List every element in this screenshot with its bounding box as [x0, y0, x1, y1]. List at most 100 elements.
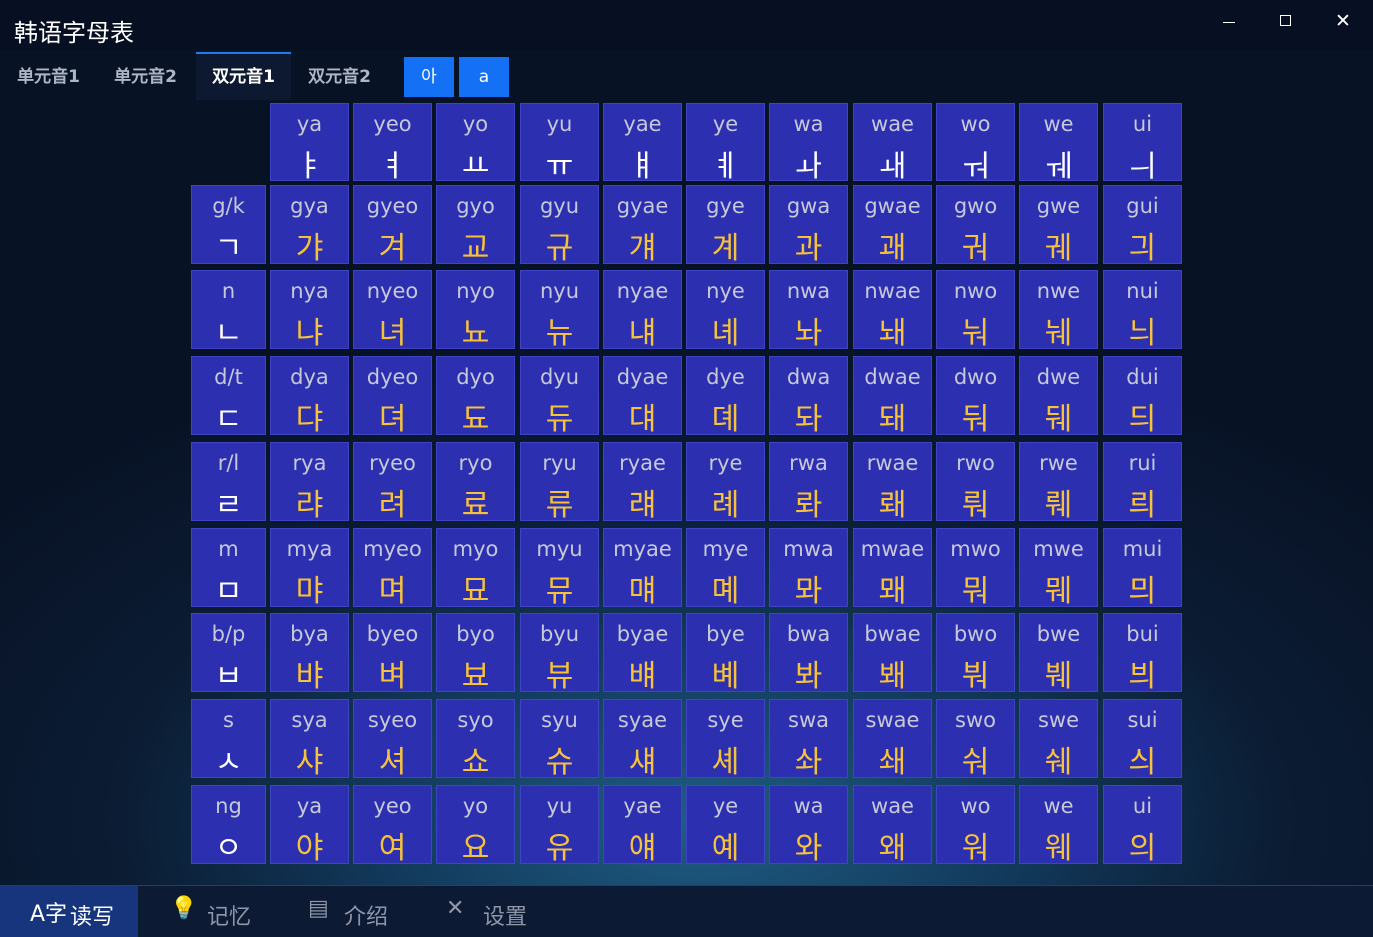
syllable-cell[interactable]: gyae 걔: [603, 185, 682, 266]
syllable-cell[interactable]: nye 녜: [686, 270, 765, 351]
syllable-cell[interactable]: nyeo 녀: [353, 270, 432, 351]
close-button[interactable]: ✕: [1320, 8, 1366, 38]
syllable-cell[interactable]: nyo 뇨: [436, 270, 515, 351]
syllable-cell[interactable]: dyu 듀: [520, 356, 599, 437]
consonant-cell[interactable]: r/l ㄹ: [191, 442, 266, 523]
syllable-cell[interactable]: sya 샤: [270, 699, 349, 780]
syllable-cell[interactable]: rui 릐: [1103, 442, 1182, 523]
consonant-cell[interactable]: mㅁ: [191, 528, 266, 609]
syllable-cell[interactable]: dyeo 뎌: [353, 356, 432, 437]
syllable-cell[interactable]: swa 솨: [769, 699, 848, 780]
syllable-cell[interactable]: swae 쇄: [853, 699, 932, 780]
syllable-cell[interactable]: nwae 놰: [853, 270, 932, 351]
syllable-cell[interactable]: myu 뮤: [520, 528, 599, 609]
vowel-header-cell[interactable]: yo ㅛ: [436, 103, 515, 184]
syllable-cell[interactable]: myo 묘: [436, 528, 515, 609]
syllable-cell[interactable]: mui 믜: [1103, 528, 1182, 609]
vowel-header-cell[interactable]: wa ㅘ: [769, 103, 848, 184]
syllable-cell[interactable]: rye 례: [686, 442, 765, 523]
syllable-cell[interactable]: ryae 럐: [603, 442, 682, 523]
toggle-romanization[interactable]: a: [459, 57, 509, 97]
syllable-cell[interactable]: mwa 뫄: [769, 528, 848, 609]
tab-single-vowel-2[interactable]: 单元音2: [97, 52, 194, 100]
vowel-header-cell[interactable]: yae ㅒ: [603, 103, 682, 184]
syllable-cell[interactable]: byu 뷰: [520, 613, 599, 694]
vowel-header-cell[interactable]: wo ㅝ: [936, 103, 1015, 184]
syllable-cell[interactable]: syu 슈: [520, 699, 599, 780]
syllable-cell[interactable]: swe 쉐: [1019, 699, 1098, 780]
syllable-cell[interactable]: rwa 롸: [769, 442, 848, 523]
syllable-cell[interactable]: nya 냐: [270, 270, 349, 351]
syllable-cell[interactable]: gyeo 겨: [353, 185, 432, 266]
consonant-cell[interactable]: d/t ㄷ: [191, 356, 266, 437]
vowel-header-cell[interactable]: we ㅞ: [1019, 103, 1098, 184]
vowel-header-cell[interactable]: yu ㅠ: [520, 103, 599, 184]
syllable-cell[interactable]: gya 갸: [270, 185, 349, 266]
syllable-cell[interactable]: wa 와: [769, 785, 848, 866]
syllable-cell[interactable]: wae 왜: [853, 785, 932, 866]
syllable-cell[interactable]: ryeo 려: [353, 442, 432, 523]
tab-single-vowel-1[interactable]: 单元音1: [0, 52, 97, 100]
syllable-cell[interactable]: wo 워: [936, 785, 1015, 866]
syllable-cell[interactable]: we 웨: [1019, 785, 1098, 866]
syllable-cell[interactable]: nwe 눼: [1019, 270, 1098, 351]
syllable-cell[interactable]: bui 븨: [1103, 613, 1182, 694]
syllable-cell[interactable]: dya 댜: [270, 356, 349, 437]
syllable-cell[interactable]: gwa 과: [769, 185, 848, 266]
syllable-cell[interactable]: nwa 놔: [769, 270, 848, 351]
syllable-cell[interactable]: ryu 류: [520, 442, 599, 523]
syllable-cell[interactable]: dwo 둬: [936, 356, 1015, 437]
syllable-cell[interactable]: yo 요: [436, 785, 515, 866]
syllable-cell[interactable]: gyo 교: [436, 185, 515, 266]
syllable-cell[interactable]: bya 뱌: [270, 613, 349, 694]
syllable-cell[interactable]: rya 랴: [270, 442, 349, 523]
syllable-cell[interactable]: bye 볘: [686, 613, 765, 694]
syllable-cell[interactable]: nui 늬: [1103, 270, 1182, 351]
tab-diphthong-2[interactable]: 双元音2: [291, 52, 388, 100]
syllable-cell[interactable]: myeo 며: [353, 528, 432, 609]
syllable-cell[interactable]: syo 쇼: [436, 699, 515, 780]
syllable-cell[interactable]: dwe 뒈: [1019, 356, 1098, 437]
syllable-cell[interactable]: mye 몌: [686, 528, 765, 609]
syllable-cell[interactable]: bwae 봬: [853, 613, 932, 694]
syllable-cell[interactable]: swo 숴: [936, 699, 1015, 780]
syllable-cell[interactable]: byae 뱨: [603, 613, 682, 694]
syllable-cell[interactable]: gwae 괘: [853, 185, 932, 266]
syllable-cell[interactable]: yeo 여: [353, 785, 432, 866]
syllable-cell[interactable]: ryo 료: [436, 442, 515, 523]
syllable-cell[interactable]: myae 먜: [603, 528, 682, 609]
syllable-cell[interactable]: dyae 댸: [603, 356, 682, 437]
syllable-cell[interactable]: gye 계: [686, 185, 765, 266]
consonant-cell[interactable]: b/p ㅂ: [191, 613, 266, 694]
syllable-cell[interactable]: dwa 돠: [769, 356, 848, 437]
consonant-cell[interactable]: nㄴ: [191, 270, 266, 351]
vowel-header-cell[interactable]: ya ㅑ: [270, 103, 349, 184]
syllable-cell[interactable]: ui 의: [1103, 785, 1182, 866]
syllable-cell[interactable]: bwe 붸: [1019, 613, 1098, 694]
syllable-cell[interactable]: sui 싀: [1103, 699, 1182, 780]
syllable-cell[interactable]: mwae 뫠: [853, 528, 932, 609]
consonant-cell[interactable]: g/k ㄱ: [191, 185, 266, 266]
maximize-button[interactable]: [1263, 8, 1309, 38]
syllable-cell[interactable]: byo 뵤: [436, 613, 515, 694]
syllable-cell[interactable]: mwe 뭬: [1019, 528, 1098, 609]
syllable-cell[interactable]: byeo 벼: [353, 613, 432, 694]
minimize-button[interactable]: [1206, 8, 1252, 38]
tab-diphthong-1[interactable]: 双元音1: [196, 52, 291, 100]
syllable-cell[interactable]: bwa 봐: [769, 613, 848, 694]
syllable-cell[interactable]: rwe 뤠: [1019, 442, 1098, 523]
nav-memory[interactable]: 💡 记忆: [140, 886, 278, 937]
syllable-cell[interactable]: ya 야: [270, 785, 349, 866]
syllable-cell[interactable]: syeo 셔: [353, 699, 432, 780]
syllable-cell[interactable]: dyo 됴: [436, 356, 515, 437]
syllable-cell[interactable]: nyae 냬: [603, 270, 682, 351]
nav-read-write[interactable]: A字 读写: [0, 886, 138, 937]
toggle-hangul[interactable]: 아: [404, 57, 454, 97]
vowel-header-cell[interactable]: yeo ㅕ: [353, 103, 432, 184]
consonant-cell[interactable]: ng ㅇ: [191, 785, 266, 866]
syllable-cell[interactable]: mwo 뭐: [936, 528, 1015, 609]
syllable-cell[interactable]: dye 뎨: [686, 356, 765, 437]
syllable-cell[interactable]: dwae 돼: [853, 356, 932, 437]
syllable-cell[interactable]: rwo 뤄: [936, 442, 1015, 523]
syllable-cell[interactable]: mya 먀: [270, 528, 349, 609]
